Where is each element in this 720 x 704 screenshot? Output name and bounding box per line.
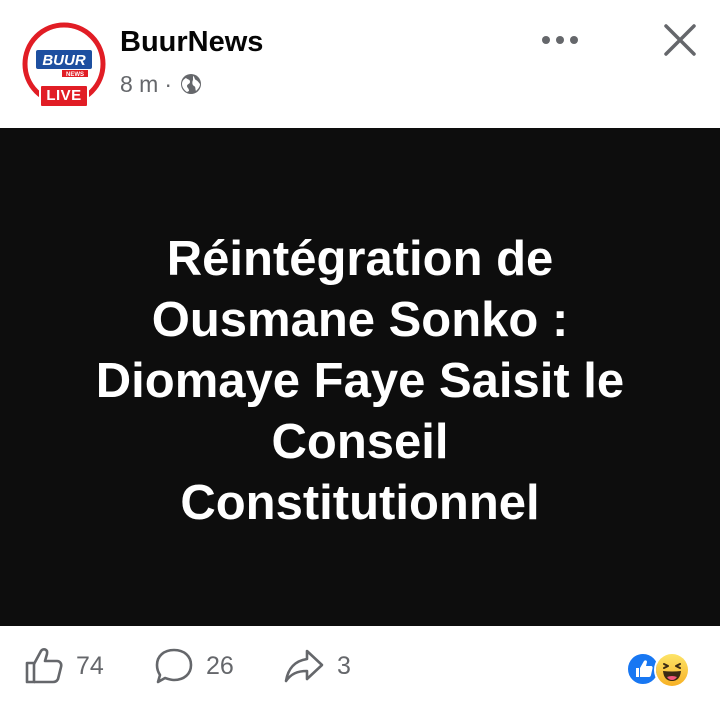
thumbs-up-icon <box>25 648 63 684</box>
like-count: 74 <box>76 651 104 680</box>
close-icon <box>664 24 696 56</box>
meta-separator: · <box>164 70 173 97</box>
comment-count: 26 <box>206 651 234 680</box>
logo-subtext: NEWS <box>66 72 84 78</box>
facebook-post: BUUR NEWS LIVE BuurNews 8 m · Réintégrat… <box>0 0 720 704</box>
close-button[interactable] <box>656 18 704 62</box>
headline-line: Diomaye Faye Saisit le <box>95 353 625 408</box>
headline-line: Constitutionnel <box>180 475 540 530</box>
headline-line: Réintégration de <box>166 231 554 286</box>
post-timestamp[interactable]: 8 m <box>120 71 158 98</box>
page-name[interactable]: BuurNews <box>120 26 263 59</box>
post-image-card[interactable]: Réintégration de Ousmane Sonko : Diomaye… <box>0 128 720 626</box>
post-headline: Réintégration de Ousmane Sonko : Diomaye… <box>40 229 680 534</box>
post-header: BUUR NEWS LIVE BuurNews 8 m · <box>0 0 720 128</box>
haha-reaction-icon <box>654 652 690 688</box>
headline-line: Conseil <box>271 414 449 469</box>
post-meta: 8 m · <box>120 70 202 98</box>
share-button[interactable]: 3 <box>283 646 351 686</box>
comment-icon <box>155 648 193 684</box>
like-button[interactable]: 74 <box>24 646 104 686</box>
reactions-summary[interactable] <box>626 652 696 688</box>
avatar[interactable]: BUUR NEWS LIVE <box>22 22 106 108</box>
globe-icon <box>180 73 202 95</box>
more-options-button[interactable] <box>538 24 582 56</box>
live-badge: LIVE <box>39 84 89 108</box>
ellipsis-icon <box>542 36 578 44</box>
share-count: 3 <box>337 651 351 680</box>
post-actions-bar: 74 26 3 <box>0 626 720 704</box>
headline-line: Ousmane Sonko : <box>151 292 569 347</box>
logo-text: BUUR <box>42 52 85 69</box>
share-icon <box>284 649 324 683</box>
comment-button[interactable]: 26 <box>154 646 234 686</box>
